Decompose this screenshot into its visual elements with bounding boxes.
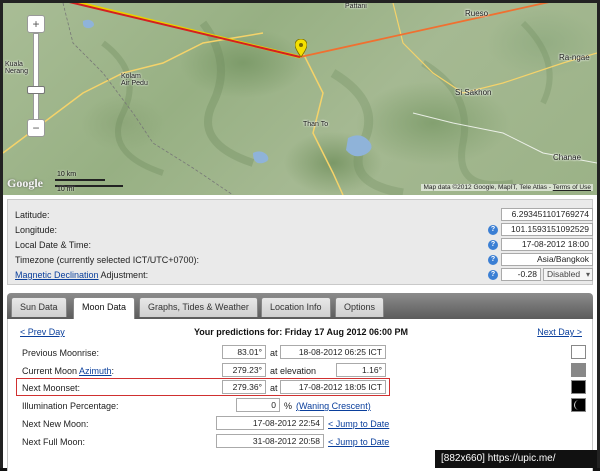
predictions-title: Your predictions for: Friday 17 Aug 2012… xyxy=(193,327,409,337)
illumination-value: 0 xyxy=(236,398,280,412)
current-azimuth-suffix: : xyxy=(111,366,115,376)
current-azimuth-angle: 279.23° xyxy=(222,363,266,377)
datetime-row: Local Date & Time: ? 17-08-2012 18:00 xyxy=(15,238,593,253)
zoom-slider-track[interactable] xyxy=(27,33,45,123)
magdec-suffix: Adjustment: xyxy=(98,270,149,280)
terms-of-use-link[interactable]: Terms of Use xyxy=(553,184,591,191)
map-zoom-control: + − xyxy=(27,7,47,147)
next-new-moon-time: 17-08-2012 22:54 xyxy=(216,416,324,430)
moonrise-color-swatch[interactable] xyxy=(571,345,586,359)
current-azimuth-row: Current Moon Azimuth: 279.23° at elevati… xyxy=(18,363,588,379)
current-azimuth-label: Current Moon Azimuth: xyxy=(22,364,114,378)
new-moon-jump-link[interactable]: < Jump to Date xyxy=(328,417,389,431)
datetime-field[interactable]: 17-08-2012 18:00 xyxy=(501,238,593,251)
map-label-than-to: Than To xyxy=(303,121,329,128)
zoom-slider-thumb[interactable] xyxy=(27,86,45,94)
tab-graphs-tides-weather[interactable]: Graphs, Tides & Weather xyxy=(139,297,258,317)
moonset-direction-line xyxy=(69,3,301,58)
prev-moonrise-label: Previous Moonrise: xyxy=(22,348,100,358)
longitude-label: Longitude: xyxy=(15,225,58,235)
illumination-row: Illumination Percentage: 0 % (Waning Cre… xyxy=(18,398,588,414)
moonrise-direction-line xyxy=(299,3,550,58)
at-elevation-label: at elevation xyxy=(270,366,317,376)
longitude-field[interactable]: 101.1593151092529 xyxy=(501,223,593,236)
moon-data-panel: < Prev Day Your predictions for: Friday … xyxy=(7,319,593,471)
watermark: [882x660] https://upic.me/ xyxy=(435,450,597,468)
magdec-mode-select[interactable]: Disabled xyxy=(543,268,593,281)
longitude-row: Longitude: ? 101.1593151092529 xyxy=(15,223,593,238)
at-label: at xyxy=(270,348,278,358)
map-label-kolam: Kolam Air Pedu xyxy=(121,73,148,87)
map-view[interactable]: Rueso Ra-ngae Kuala Nerang Kolam Air Ped… xyxy=(3,3,597,195)
app-root: Rueso Ra-ngae Kuala Nerang Kolam Air Ped… xyxy=(0,0,600,471)
azimuth-link[interactable]: Azimuth xyxy=(79,366,112,376)
map-scale: 10 km 10 mi xyxy=(55,171,125,193)
prev-moonrise-row: Previous Moonrise: 83.01° at 18-08-2012 … xyxy=(18,345,588,361)
tab-sun-data[interactable]: Sun Data xyxy=(11,297,67,317)
timezone-label: Timezone (currently selected ICT/UTC+070… xyxy=(15,255,199,265)
map-credit-text: Map data ©2012 Google, MapIT, Tele Atlas… xyxy=(423,184,553,191)
next-moonset-time: 17-08-2012 18:05 ICT xyxy=(280,380,386,394)
prev-moonrise-time: 18-08-2012 06:25 ICT xyxy=(280,345,386,359)
next-moonset-row: Next Moonset: 279.36° at 17-08-2012 18:0… xyxy=(18,380,588,396)
timezone-row: Timezone (currently selected ICT/UTC+070… xyxy=(15,253,593,268)
location-info-panel: Latitude: 6.293451101769274 Longitude: ?… xyxy=(7,199,593,285)
tab-location-info[interactable]: Location Info xyxy=(261,297,331,317)
map-label-rueso: Rueso xyxy=(465,9,489,18)
datetime-label: Local Date & Time: xyxy=(15,240,92,250)
map-credit: Map data ©2012 Google, MapIT, Tele Atlas… xyxy=(421,184,593,191)
current-elevation: 1.16° xyxy=(336,363,386,377)
scale-mi-label: 10 mi xyxy=(57,186,75,193)
datetime-help-icon[interactable]: ? xyxy=(488,240,498,250)
latitude-label: Latitude: xyxy=(15,210,50,220)
data-tabs: Sun Data Moon Data Graphs, Tides & Weath… xyxy=(7,293,593,319)
latitude-field[interactable]: 6.293451101769274 xyxy=(501,208,593,221)
magdec-row: Magnetic Declination Adjustment: ? -0.28… xyxy=(15,268,593,283)
map-label-chanae: Chanae xyxy=(553,153,582,162)
timezone-help-icon[interactable]: ? xyxy=(488,255,498,265)
longitude-help-icon[interactable]: ? xyxy=(488,225,498,235)
magnetic-declination-link[interactable]: Magnetic Declination xyxy=(15,270,99,280)
magdec-label: Magnetic Declination Adjustment: xyxy=(15,268,148,282)
next-new-moon-row: Next New Moon: 17-08-2012 22:54 < Jump t… xyxy=(18,416,588,432)
map-label-ranga: Ra-ngae xyxy=(559,53,590,62)
at-label: at xyxy=(270,383,278,393)
map-label-kuala-nerang: Kuala Nerang xyxy=(5,61,28,75)
timezone-field[interactable]: Asia/Bangkok xyxy=(501,253,593,266)
next-full-moon-label: Next Full Moon: xyxy=(22,437,86,447)
crescent-moon-icon xyxy=(574,400,579,410)
google-logo[interactable]: Google xyxy=(7,176,43,191)
scale-km-label: 10 km xyxy=(57,171,77,178)
magdec-field[interactable]: -0.28 xyxy=(501,268,541,281)
illumination-label: Illumination Percentage: xyxy=(22,401,119,411)
current-azimuth-prefix: Current Moon xyxy=(22,366,80,376)
map-label-pattani: Pattani xyxy=(345,3,367,10)
full-moon-jump-link[interactable]: < Jump to Date xyxy=(328,435,389,449)
moon-phase-link[interactable]: (Waning Crescent) xyxy=(296,399,371,413)
prev-moonrise-angle: 83.01° xyxy=(222,345,266,359)
terrain-overlay xyxy=(3,3,597,195)
magdec-help-icon[interactable]: ? xyxy=(488,270,498,280)
zoom-out-button[interactable]: − xyxy=(27,119,45,137)
location-pin-icon[interactable] xyxy=(295,39,307,57)
azimuth-color-swatch[interactable] xyxy=(571,363,586,377)
tab-moon-data[interactable]: Moon Data xyxy=(73,297,136,319)
moon-phase-icon xyxy=(571,398,586,412)
next-full-moon-time: 31-08-2012 20:58 xyxy=(216,434,324,448)
moonset-color-swatch[interactable] xyxy=(571,380,586,394)
next-moonset-angle: 279.36° xyxy=(222,380,266,394)
next-full-moon-row: Next Full Moon: 31-08-2012 20:58 < Jump … xyxy=(18,434,588,450)
latitude-row: Latitude: 6.293451101769274 xyxy=(15,208,593,223)
tab-options[interactable]: Options xyxy=(335,297,385,317)
zoom-in-button[interactable]: + xyxy=(27,15,45,33)
percent-label: % xyxy=(284,401,293,411)
next-new-moon-label: Next New Moon: xyxy=(22,419,89,429)
next-moonset-label: Next Moonset: xyxy=(22,383,81,393)
next-day-link[interactable]: Next Day > xyxy=(537,327,582,337)
map-label-si-sakhon: Si Sakhon xyxy=(455,88,492,97)
